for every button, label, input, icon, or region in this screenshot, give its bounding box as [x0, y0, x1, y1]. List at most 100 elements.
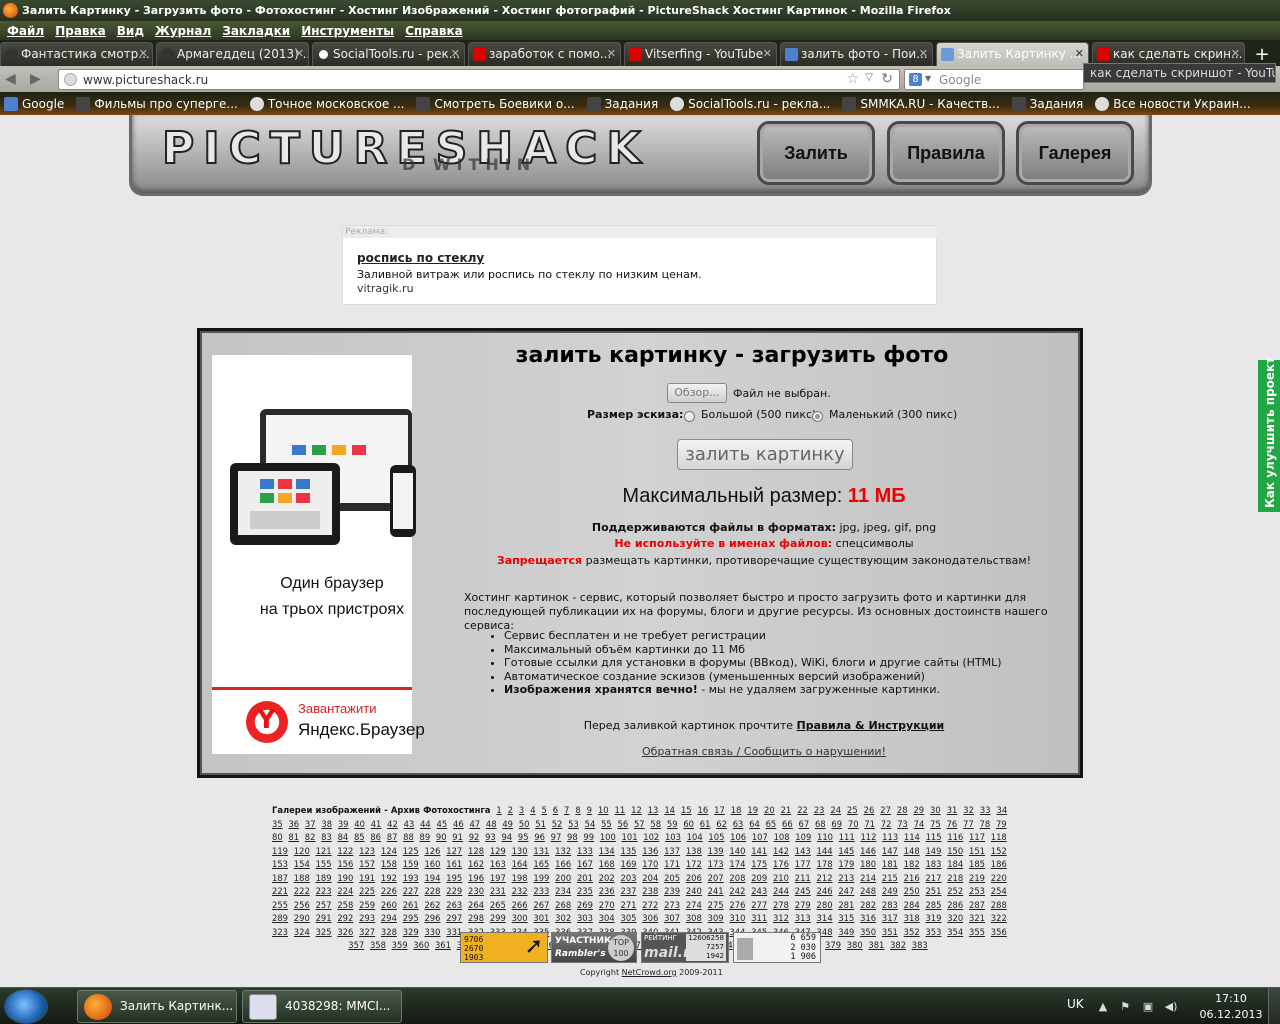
gallery-page-link[interactable]: 212 — [817, 873, 833, 883]
gallery-page-link[interactable]: 321 — [969, 913, 985, 923]
bookmark-tasks[interactable]: Задания — [586, 96, 658, 111]
gallery-page-link[interactable]: 88 — [403, 832, 414, 842]
gallery-page-link[interactable]: 272 — [642, 900, 658, 910]
gallery-page-link[interactable]: 238 — [642, 886, 658, 896]
taskbar-firefox[interactable]: Залить Картинк... — [77, 990, 237, 1023]
gallery-page-link[interactable]: 174 — [729, 859, 745, 869]
gallery-page-link[interactable]: 306 — [642, 913, 658, 923]
tab-5[interactable]: Vitserfing - YouTube ✕ — [624, 42, 777, 66]
gallery-page-link[interactable]: 177 — [795, 859, 811, 869]
gallery-page-link[interactable]: 164 — [512, 859, 528, 869]
gallery-page-link[interactable]: 235 — [577, 886, 593, 896]
gallery-page-link[interactable]: 209 — [751, 873, 767, 883]
gallery-page-link[interactable]: 155 — [316, 859, 332, 869]
gallery-page-link[interactable]: 318 — [904, 913, 920, 923]
gallery-page-link[interactable]: 169 — [621, 859, 637, 869]
gallery-page-link[interactable]: 95 — [518, 832, 529, 842]
gallery-page-link[interactable]: 314 — [817, 913, 833, 923]
gallery-page-link[interactable]: 244 — [773, 886, 789, 896]
gallery-page-link[interactable]: 75 — [930, 819, 941, 829]
gallery-page-link[interactable]: 5 — [541, 805, 546, 815]
gallery-page-link[interactable]: 41 — [371, 819, 382, 829]
gallery-page-link[interactable]: 16 — [698, 805, 709, 815]
gallery-page-link[interactable]: 289 — [272, 913, 288, 923]
taskbar-mmcis[interactable]: 4038298: MMCI... — [242, 990, 402, 1023]
gallery-page-link[interactable]: 260 — [381, 900, 397, 910]
volume-icon[interactable]: ◀) — [1164, 1000, 1178, 1014]
gallery-page-link[interactable]: 152 — [991, 846, 1007, 856]
gallery-page-link[interactable]: 295 — [403, 913, 419, 923]
counter-rambler[interactable]: УЧАСТНИК Rambler's TOP 100 — [551, 932, 637, 963]
gallery-page-link[interactable]: 1 — [496, 805, 501, 815]
gallery-page-link[interactable]: 140 — [729, 846, 745, 856]
gallery-page-link[interactable]: 301 — [533, 913, 549, 923]
gallery-page-link[interactable]: 227 — [403, 886, 419, 896]
menu-help[interactable]: Справка — [405, 24, 463, 38]
gallery-page-link[interactable]: 14 — [664, 805, 675, 815]
size-small-radio[interactable] — [812, 411, 823, 422]
gallery-page-link[interactable]: 261 — [403, 900, 419, 910]
gallery-page-link[interactable]: 54 — [585, 819, 596, 829]
gallery-page-link[interactable]: 17 — [714, 805, 725, 815]
gallery-page-link[interactable]: 280 — [817, 900, 833, 910]
gallery-page-link[interactable]: 294 — [381, 913, 397, 923]
forward-button[interactable]: ▶ — [30, 71, 46, 87]
gallery-page-link[interactable]: 250 — [904, 886, 920, 896]
gallery-page-link[interactable]: 123 — [359, 846, 375, 856]
gallery-page-link[interactable]: 358 — [370, 940, 386, 950]
site-identity-icon[interactable] — [64, 73, 77, 86]
gallery-page-link[interactable]: 2 — [508, 805, 513, 815]
gallery-page-link[interactable]: 81 — [288, 832, 299, 842]
gallery-page-link[interactable]: 122 — [337, 846, 353, 856]
gallery-page-link[interactable]: 89 — [420, 832, 431, 842]
gallery-page-link[interactable]: 85 — [354, 832, 365, 842]
gallery-page-link[interactable]: 349 — [838, 927, 854, 937]
gallery-page-link[interactable]: 265 — [490, 900, 506, 910]
gallery-page-link[interactable]: 173 — [708, 859, 724, 869]
close-icon[interactable]: ✕ — [607, 43, 616, 65]
gallery-page-link[interactable]: 7 — [564, 805, 569, 815]
gallery-page-link[interactable]: 300 — [512, 913, 528, 923]
gallery-page-link[interactable]: 111 — [839, 832, 855, 842]
gallery-page-link[interactable]: 215 — [882, 873, 898, 883]
menu-bookmarks[interactable]: Закладки — [222, 24, 290, 38]
gallery-page-link[interactable]: 154 — [294, 859, 310, 869]
gallery-page-link[interactable]: 80 — [272, 832, 283, 842]
gallery-page-link[interactable]: 267 — [533, 900, 549, 910]
url-bar[interactable]: www.pictureshack.ru ☆ ▽ ↻ — [58, 69, 900, 90]
tab-4[interactable]: заработок с помо... ✕ — [468, 42, 621, 66]
gallery-page-link[interactable]: 11 — [615, 805, 626, 815]
gallery-page-link[interactable]: 100 — [600, 832, 616, 842]
gallery-page-link[interactable]: 147 — [882, 846, 898, 856]
gallery-page-link[interactable]: 6 — [553, 805, 558, 815]
gallery-page-link[interactable]: 241 — [708, 886, 724, 896]
search-engine-icon[interactable]: 8 — [909, 73, 922, 86]
gallery-page-link[interactable]: 237 — [621, 886, 637, 896]
gallery-page-link[interactable]: 63 — [733, 819, 744, 829]
counter-mailru[interactable]: РЕЙТИНГ mail.ru 12606258 7257 1942 — [641, 932, 729, 963]
gallery-page-link[interactable]: 350 — [860, 927, 876, 937]
gallery-page-link[interactable]: 245 — [795, 886, 811, 896]
gallery-page-link[interactable]: 247 — [838, 886, 854, 896]
gallery-page-link[interactable]: 102 — [643, 832, 659, 842]
gallery-page-link[interactable]: 38 — [321, 819, 332, 829]
gallery-page-link[interactable]: 23 — [814, 805, 825, 815]
gallery-page-link[interactable]: 114 — [904, 832, 920, 842]
gallery-page-link[interactable]: 189 — [316, 873, 332, 883]
gallery-page-link[interactable]: 285 — [925, 900, 941, 910]
bookmark-action[interactable]: Смотреть Боевики о... — [416, 96, 575, 111]
gallery-page-link[interactable]: 182 — [904, 859, 920, 869]
gallery-page-link[interactable]: 275 — [708, 900, 724, 910]
nav-rules-button[interactable]: Правила — [887, 121, 1005, 185]
gallery-page-link[interactable]: 115 — [926, 832, 942, 842]
gallery-page-link[interactable]: 359 — [392, 940, 408, 950]
gallery-page-link[interactable]: 230 — [468, 886, 484, 896]
gallery-page-link[interactable]: 192 — [381, 873, 397, 883]
gallery-page-link[interactable]: 40 — [354, 819, 365, 829]
gallery-page-link[interactable]: 166 — [555, 859, 571, 869]
gallery-page-link[interactable]: 48 — [486, 819, 497, 829]
gallery-page-link[interactable]: 87 — [387, 832, 398, 842]
gallery-page-link[interactable]: 104 — [687, 832, 703, 842]
gallery-page-link[interactable]: 249 — [882, 886, 898, 896]
gallery-page-link[interactable]: 248 — [860, 886, 876, 896]
